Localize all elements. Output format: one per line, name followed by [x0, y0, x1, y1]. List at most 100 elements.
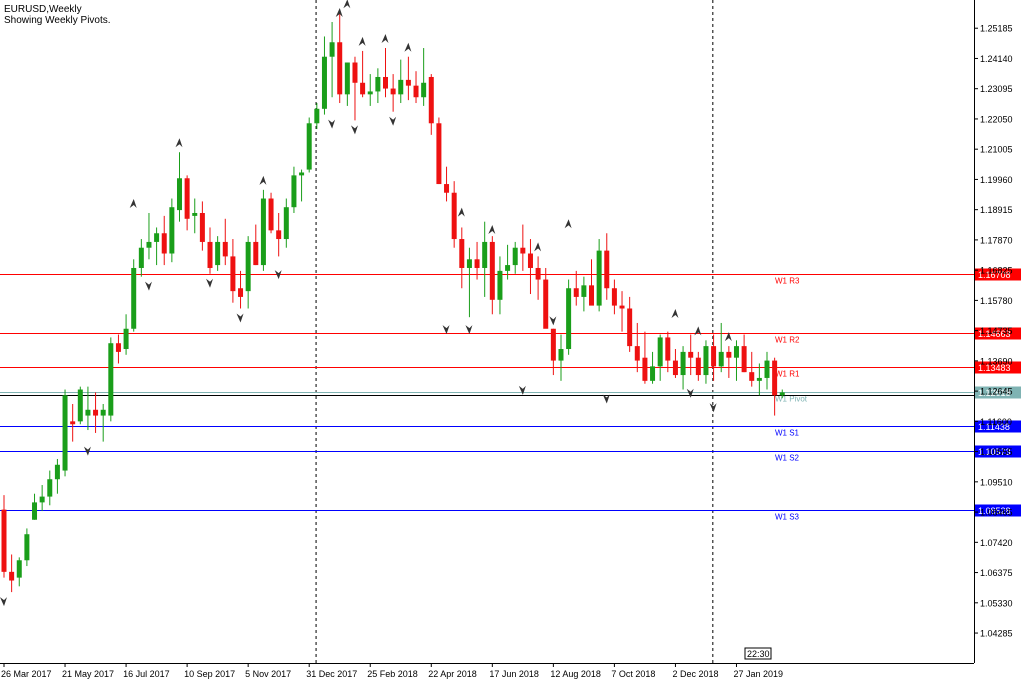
price-tick-label: 1.22050	[980, 114, 1013, 124]
candle[interactable]	[131, 259, 137, 332]
time-tick-label: 16 Jul 2017	[123, 669, 170, 679]
candle-body	[665, 337, 671, 361]
candle-body	[184, 178, 190, 219]
candle-body	[344, 62, 350, 95]
candle-body	[390, 88, 396, 95]
price-tick-label: 1.21005	[980, 145, 1013, 155]
candle-body	[245, 241, 251, 292]
candle-body	[352, 62, 358, 83]
candle-body	[192, 212, 198, 216]
time-tick-label: 5 Nov 2017	[245, 669, 291, 679]
candle-body	[405, 79, 411, 86]
candle-body	[253, 241, 259, 266]
pivot-line-label: W1 R3	[775, 277, 800, 286]
candle-body	[581, 285, 587, 297]
candle-body	[589, 285, 595, 306]
price-tick-label: 1.06375	[980, 568, 1013, 578]
candle-body	[596, 250, 602, 306]
price-tick-label: 1.11600	[980, 417, 1012, 427]
indicator-subtitle: Showing Weekly Pivots.	[4, 15, 111, 26]
price-tick-label: 1.19960	[980, 175, 1013, 185]
candle-body	[642, 357, 648, 381]
time-tick-label: 31 Dec 2017	[306, 669, 357, 679]
candle-body	[62, 395, 68, 471]
candle-body	[230, 256, 236, 292]
candle-body	[337, 42, 343, 95]
price-tick-label: 1.23095	[980, 84, 1013, 94]
candle-body	[650, 366, 656, 381]
time-tick-label: 27 Jan 2019	[733, 669, 783, 679]
price-tick-label: 1.07420	[980, 538, 1013, 548]
candle[interactable]	[169, 198, 175, 263]
price-tick-label: 1.17870	[980, 235, 1013, 245]
price-chart[interactable]: W1 R31.16708W1 R21.14663W1 R11.13483W1 P…	[0, 0, 1024, 683]
candle[interactable]	[108, 337, 114, 422]
candle-body	[657, 337, 663, 367]
candle-body	[413, 85, 419, 98]
pivot-line-label: W1 S3	[775, 513, 800, 522]
candle-body	[131, 267, 137, 329]
time-tick-label: 2 Dec 2018	[672, 669, 718, 679]
candle-body	[550, 328, 556, 361]
candle[interactable]	[566, 279, 572, 355]
candle-body	[222, 241, 228, 257]
candle-body	[428, 76, 434, 124]
time-box-label: 22:30	[747, 649, 770, 659]
candle-body	[161, 233, 167, 254]
candle-body	[123, 328, 129, 350]
candle-body	[314, 108, 320, 124]
candle-body	[482, 241, 488, 268]
chart-window[interactable]: W1 R3 1.16708 W1 R2 1.14663 W1 R1 1.13483 W1 P…	[0, 0, 1024, 683]
candle-body	[93, 409, 99, 416]
candle-body	[329, 42, 335, 57]
price-tick-label: 1.14735	[980, 326, 1013, 336]
candle-body	[47, 479, 53, 497]
candle-body	[466, 259, 472, 268]
candle-body	[268, 198, 274, 231]
candle-body	[474, 259, 480, 268]
price-tick-label: 1.24140	[980, 54, 1013, 64]
candle-body	[497, 270, 503, 300]
candle-body	[749, 372, 755, 381]
price-tick-label: 1.12645	[980, 387, 1013, 397]
price-tick-label: 1.25185	[980, 24, 1013, 34]
candle-body	[558, 349, 564, 361]
candle-body	[733, 346, 739, 358]
price-tick-label: 1.08465	[980, 508, 1013, 518]
candle[interactable]	[260, 189, 266, 271]
price-tick-label: 1.16825	[980, 266, 1013, 276]
candle-body	[146, 241, 152, 248]
candle-body	[566, 288, 572, 350]
time-tick-label: 22 Apr 2018	[428, 669, 477, 679]
candle-body	[215, 241, 221, 266]
candle-body	[764, 360, 770, 378]
candle-body	[32, 502, 38, 520]
time-tick-label: 12 Aug 2018	[550, 669, 601, 679]
candle-body	[627, 308, 633, 347]
candle-body	[604, 250, 610, 289]
candle-body	[138, 247, 144, 268]
time-tick-label: 21 May 2017	[62, 669, 114, 679]
price-tick-label: 1.15780	[980, 296, 1013, 306]
candle-body	[70, 421, 76, 425]
candle-body	[306, 123, 312, 170]
candle-body	[260, 198, 266, 266]
candle-body	[779, 392, 785, 396]
candle-body	[489, 241, 495, 300]
price-tick-label: 1.09510	[980, 477, 1013, 487]
candle-body	[291, 175, 297, 208]
candle[interactable]	[268, 192, 274, 234]
pivot-line-label: W1 S1	[775, 429, 800, 438]
candle-body	[398, 79, 404, 95]
candle-body	[512, 247, 518, 266]
candle[interactable]	[62, 389, 68, 477]
candle[interactable]	[77, 386, 83, 425]
candle-body	[9, 571, 15, 581]
candle-body	[459, 239, 465, 268]
candle[interactable]	[436, 117, 442, 185]
candle-body	[199, 212, 205, 242]
candle-body	[436, 123, 442, 185]
price-tick-label: 1.18915	[980, 205, 1013, 215]
candle-body	[726, 351, 732, 358]
candle[interactable]	[306, 117, 312, 173]
